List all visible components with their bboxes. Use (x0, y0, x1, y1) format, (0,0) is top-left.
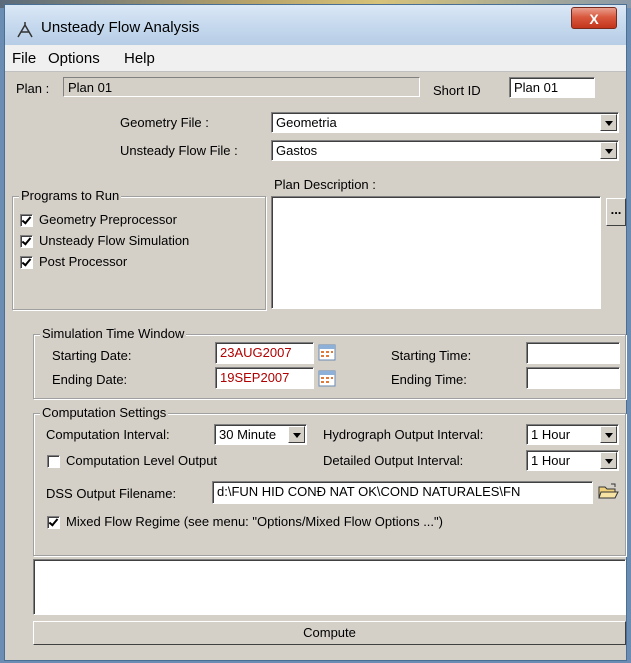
plan-description-input[interactable] (271, 196, 601, 309)
ending-time-label: Ending Time: (391, 372, 467, 387)
dialog-content: Plan : Plan 01 Short ID Plan 01 Geometry… (5, 72, 626, 660)
unsteady-flow-file-select[interactable]: Gastos (271, 140, 619, 161)
mixed-flow-regime-label: Mixed Flow Regime (see menu: "Options/Mi… (66, 514, 443, 529)
computation-interval-label: Computation Interval: (46, 427, 170, 442)
starting-date-input[interactable]: 23AUG2007 (215, 342, 314, 364)
chevron-down-icon[interactable] (600, 114, 617, 131)
computation-settings-title: Computation Settings (40, 405, 169, 420)
programs-to-run-title: Programs to Run (19, 188, 122, 203)
compute-button[interactable]: Compute (33, 621, 626, 645)
ending-time-input[interactable] (526, 367, 620, 389)
detailed-output-interval-label: Detailed Output Interval: (323, 453, 464, 468)
description-browse-button[interactable]: ... (606, 198, 626, 226)
plan-name-field[interactable]: Plan 01 (63, 77, 420, 97)
hydrograph-output-interval-label: Hydrograph Output Interval: (323, 427, 484, 442)
geometry-file-label: Geometry File : (120, 115, 209, 130)
unsteady-flow-window: Unsteady Flow Analysis X File Options He… (4, 4, 627, 661)
menu-bar: File Options Help (5, 45, 626, 72)
window-title: Unsteady Flow Analysis (41, 19, 200, 36)
geometry-preprocessor-label: Geometry Preprocessor (39, 212, 177, 227)
menu-options[interactable]: Options (48, 50, 100, 67)
detailed-output-interval-select[interactable]: 1 Hour (526, 450, 619, 471)
unsteady-flow-file-label: Unsteady Flow File : (120, 143, 238, 158)
unsteady-flow-simulation-label: Unsteady Flow Simulation (39, 233, 190, 248)
mixed-flow-regime-checkbox[interactable] (47, 516, 60, 529)
message-area (33, 559, 626, 615)
chevron-down-icon[interactable] (600, 142, 617, 159)
unsteady-flow-simulation-checkbox[interactable] (20, 235, 33, 248)
geometry-preprocessor-checkbox[interactable] (20, 214, 33, 227)
open-folder-icon[interactable] (597, 482, 619, 502)
post-processor-label: Post Processor (39, 254, 128, 269)
hydrograph-output-interval-select[interactable]: 1 Hour (526, 424, 619, 445)
dss-output-filename-label: DSS Output Filename: (46, 486, 177, 501)
close-button[interactable]: X (571, 7, 617, 29)
short-id-label: Short ID (433, 83, 481, 98)
dss-output-filename-input[interactable]: d:\FUN HID CONĐ NAT OK\COND NATURALES\FN (212, 481, 593, 504)
computation-level-output-checkbox[interactable] (47, 455, 60, 468)
hecras-app-icon (17, 22, 33, 38)
ending-date-input[interactable]: 19SEP2007 (215, 367, 314, 389)
computation-interval-select[interactable]: 30 Minute (214, 424, 307, 445)
starting-time-label: Starting Time: (391, 348, 472, 363)
computation-level-output-label: Computation Level Output (66, 453, 218, 468)
starting-date-label: Starting Date: (52, 348, 132, 363)
plan-label: Plan : (16, 81, 50, 96)
simulation-time-window-title: Simulation Time Window (40, 326, 187, 341)
chevron-down-icon[interactable] (600, 426, 617, 443)
chevron-down-icon[interactable] (600, 452, 617, 469)
chevron-down-icon[interactable] (288, 426, 305, 443)
menu-help[interactable]: Help (124, 50, 155, 67)
short-id-input[interactable]: Plan 01 (509, 77, 595, 98)
post-processor-checkbox[interactable] (20, 256, 33, 269)
menu-file[interactable]: File (12, 50, 36, 67)
plan-description-label: Plan Description : (274, 177, 376, 192)
calendar-icon[interactable] (318, 369, 336, 387)
title-bar[interactable]: Unsteady Flow Analysis X (5, 5, 626, 45)
calendar-icon[interactable] (318, 343, 336, 361)
computation-settings-group: Computation Settings Computation Interva… (33, 405, 626, 556)
programs-to-run-group: Programs to Run Geometry Preprocessor Un… (12, 188, 266, 310)
starting-time-input[interactable] (526, 342, 620, 364)
simulation-time-window-group: Simulation Time Window Starting Date: 23… (33, 326, 626, 399)
geometry-file-select[interactable]: Geometria (271, 112, 619, 133)
ending-date-label: Ending Date: (52, 372, 128, 387)
